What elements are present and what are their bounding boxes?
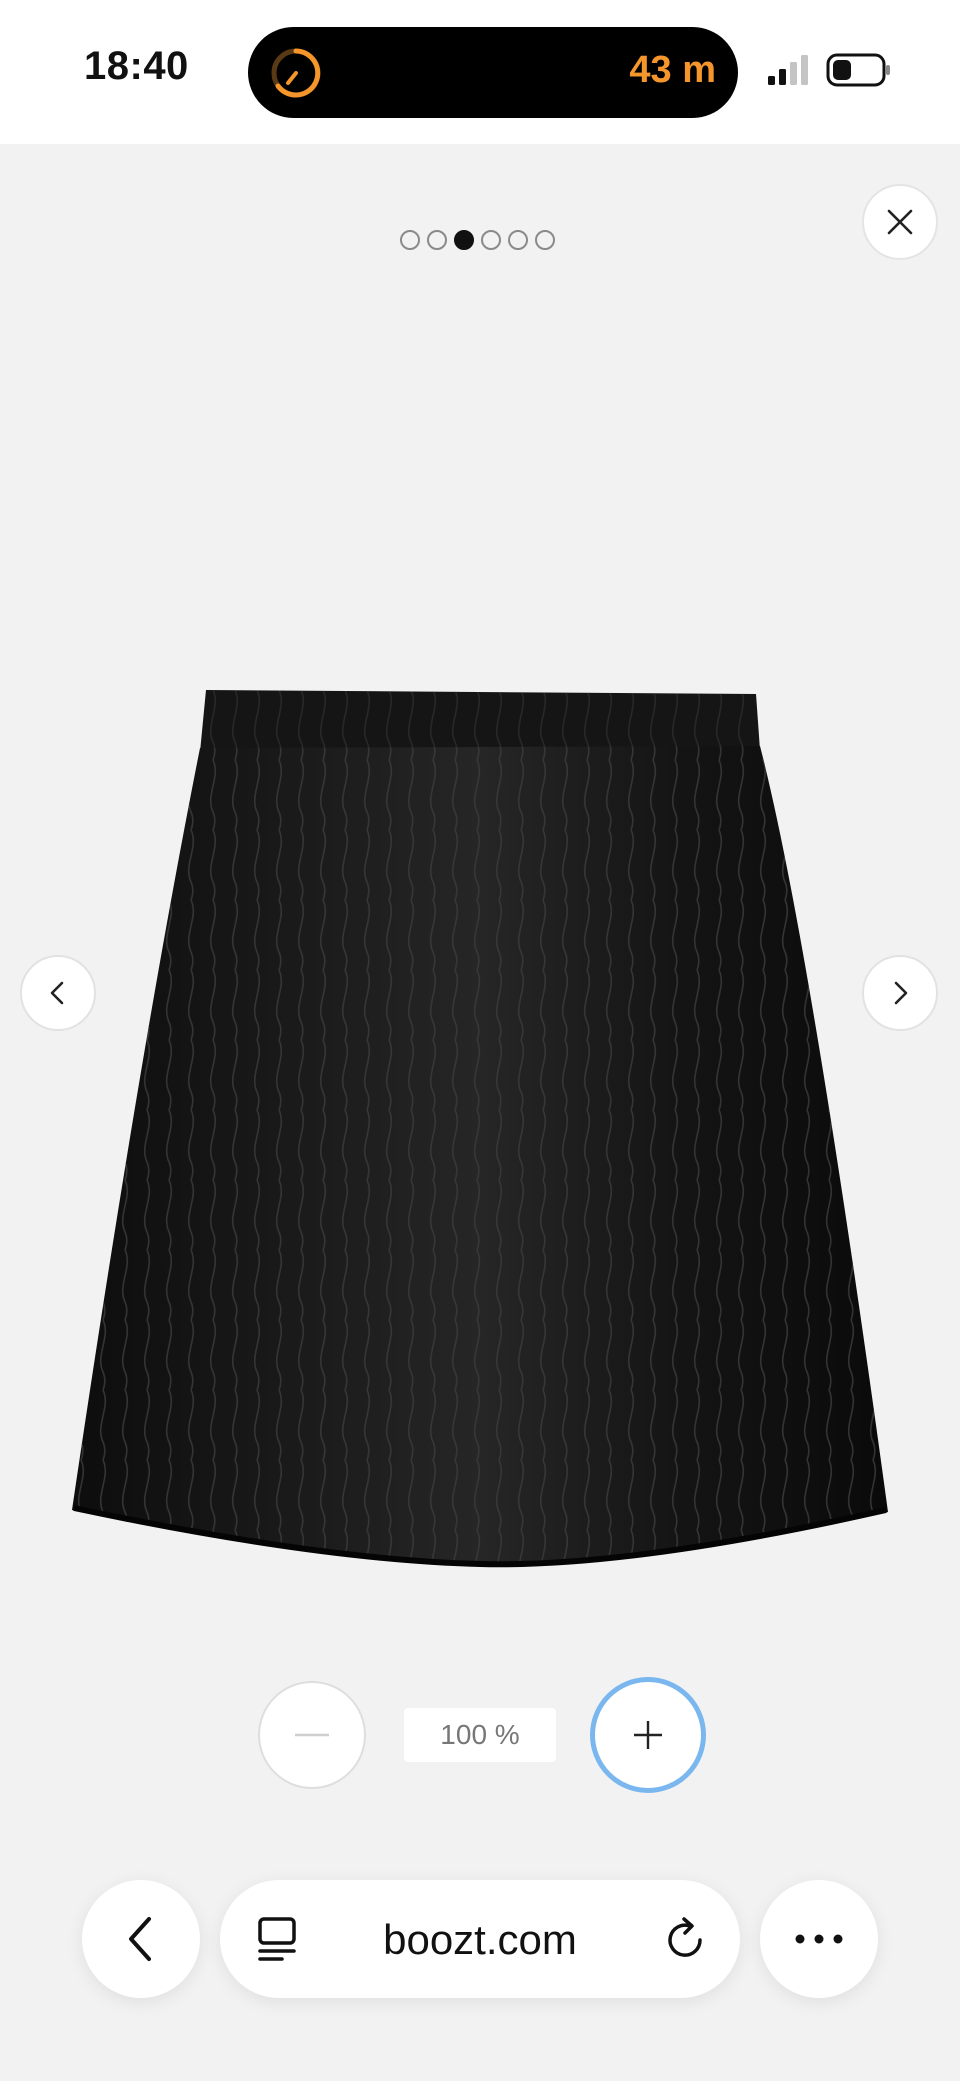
cellular-signal-icon [768, 55, 808, 85]
pagination-dot[interactable] [427, 230, 447, 250]
status-time: 18:40 [84, 44, 189, 88]
image-pagination [400, 230, 555, 252]
pagination-dot[interactable] [400, 230, 420, 250]
product-image[interactable] [70, 690, 890, 1570]
more-dots-icon [795, 1934, 843, 1944]
chevron-left-icon [129, 1917, 151, 1961]
status-bar: 18:40 43 m [0, 0, 960, 144]
pagination-dot[interactable] [481, 230, 501, 250]
chevron-right-icon [894, 981, 908, 1005]
plus-icon [634, 1721, 662, 1749]
reload-icon[interactable] [660, 1914, 710, 1964]
zoom-out-button[interactable] [258, 1681, 366, 1789]
browser-back-button[interactable] [82, 1880, 200, 1998]
address-bar[interactable]: boozt.com [220, 1880, 740, 1998]
pagination-dot[interactable] [508, 230, 528, 250]
pagination-dot-active[interactable] [454, 230, 474, 250]
island-timer-label: 43 m [629, 49, 716, 91]
chevron-left-icon [50, 981, 64, 1005]
timer-ring-icon [271, 48, 321, 98]
battery-icon [826, 53, 890, 87]
pagination-dot[interactable] [535, 230, 555, 250]
dynamic-island[interactable]: 43 m [248, 27, 738, 118]
close-button[interactable] [862, 184, 938, 260]
zoom-in-button[interactable] [590, 1677, 706, 1793]
minus-icon [295, 1733, 329, 1737]
zoom-level-display: 100 % [404, 1708, 556, 1762]
close-icon [887, 209, 913, 235]
more-options-button[interactable] [760, 1880, 878, 1998]
